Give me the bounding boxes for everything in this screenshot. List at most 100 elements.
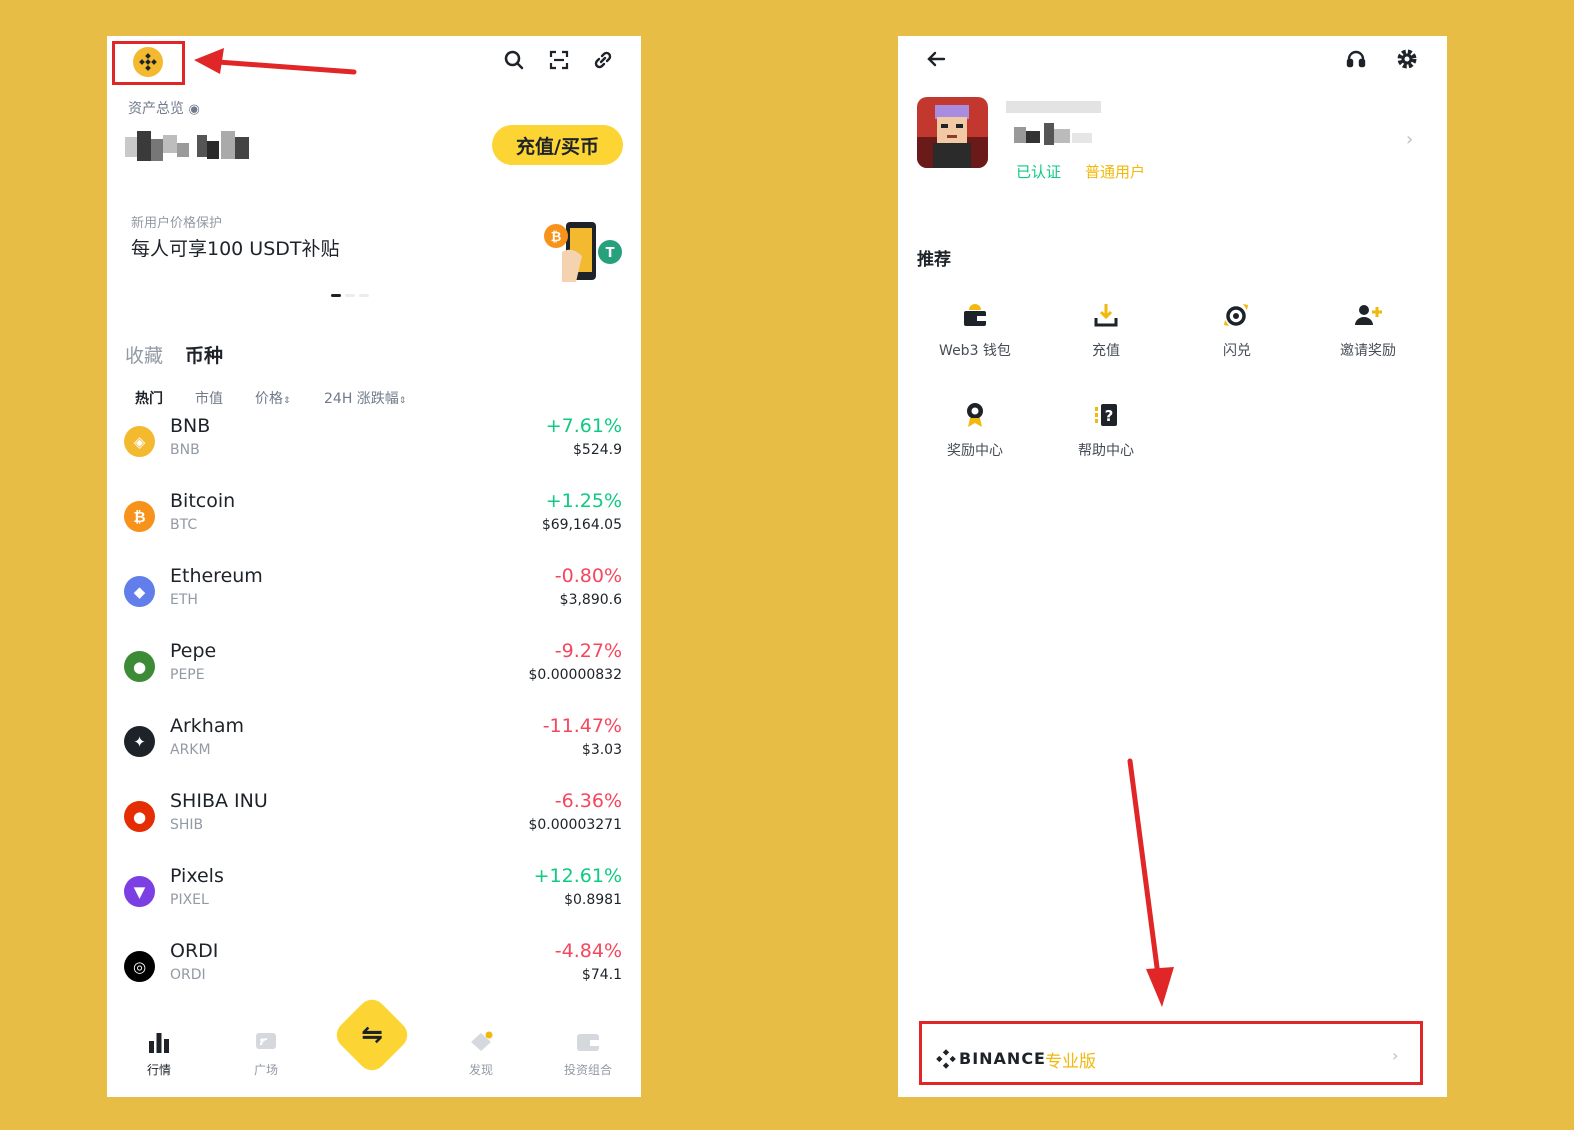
assets-overview-label: 资产总览 ◉ xyxy=(128,101,200,117)
coin-price: $524.9 xyxy=(573,442,622,458)
coin-price: $0.00000832 xyxy=(528,667,622,683)
coin-change: -0.80% xyxy=(554,565,622,587)
coin-price: $74.1 xyxy=(581,967,622,983)
coin-change: -9.27% xyxy=(554,640,622,662)
coin-row[interactable]: ● Pepe PEPE -9.27% $0.00000832 xyxy=(107,629,641,704)
back-arrow-icon[interactable] xyxy=(922,45,950,73)
coin-symbol: ARKM xyxy=(170,742,211,758)
nav-square[interactable]: 广场 xyxy=(231,1031,301,1078)
eye-icon[interactable]: ◉ xyxy=(188,102,199,117)
coin-change: +1.25% xyxy=(545,490,622,512)
market-screen: 资产总览 ◉ 充值/买币 新用户价格保护 每人可享100 USDT补贴 ₿ T xyxy=(107,36,641,1097)
binance-wordmark: BINANCE xyxy=(959,1049,1046,1068)
coin-name: ORDI xyxy=(170,940,219,962)
coin-symbol: ORDI xyxy=(170,967,206,983)
nav-discover[interactable]: 发现 xyxy=(446,1031,516,1078)
coin-change: +12.61% xyxy=(533,865,622,887)
coin-price: $0.00003271 xyxy=(528,817,622,833)
coin-change: -11.47% xyxy=(542,715,622,737)
coin-change: -6.36% xyxy=(554,790,622,812)
coin-logo-icon: ● xyxy=(124,651,155,682)
coin-row[interactable]: ◎ ORDI ORDI -4.84% $74.1 xyxy=(107,929,641,1004)
help-icon: ? xyxy=(1046,400,1166,430)
coin-symbol: PIXEL xyxy=(170,892,209,908)
coin-change: -4.84% xyxy=(554,940,622,962)
deposit-icon xyxy=(1046,300,1166,330)
coin-name: Ethereum xyxy=(170,565,263,587)
grid-item-help-center[interactable]: ? 帮助中心 xyxy=(1046,400,1166,460)
wallet-icon xyxy=(915,300,1035,330)
coin-logo-icon: ◈ xyxy=(124,426,155,457)
coin-logo-icon: ◆ xyxy=(124,576,155,607)
coin-symbol: PEPE xyxy=(170,667,205,683)
scan-icon[interactable] xyxy=(545,46,573,74)
coin-logo-icon: ◎ xyxy=(124,951,155,982)
tab-favorites[interactable]: 收藏 xyxy=(125,341,163,368)
grid-item-convert[interactable]: 闪兑 xyxy=(1177,300,1297,360)
square-feed-icon xyxy=(256,1033,276,1049)
tab-coins[interactable]: 币种 xyxy=(185,341,223,368)
gear-icon[interactable] xyxy=(1393,45,1421,73)
coin-name: Arkham xyxy=(170,715,245,737)
coin-row[interactable]: ₿ Bitcoin BTC +1.25% $69,164.05 xyxy=(107,479,641,554)
grid-item-web3-wallet[interactable]: Web3 钱包 xyxy=(915,300,1035,360)
coin-symbol: BTC xyxy=(170,517,198,533)
balance-value-blurred xyxy=(125,131,250,161)
coin-logo-icon: ₿ xyxy=(124,501,155,532)
binance-logo-icon[interactable] xyxy=(133,47,163,77)
bottom-nav: 行情 广场 ⇋ 发现 投资组合 xyxy=(107,993,641,1097)
convert-icon xyxy=(1177,300,1297,330)
chevron-right-icon[interactable]: › xyxy=(1406,129,1413,150)
promo-illustration-icon: ₿ T xyxy=(542,216,624,290)
pro-version-label: 专业版 xyxy=(1045,1052,1096,1072)
grid-item-invite[interactable]: 邀请奖励 xyxy=(1308,300,1428,360)
nav-portfolio[interactable]: 投资组合 xyxy=(553,1031,623,1078)
binance-logo-icon xyxy=(936,1049,956,1073)
coin-logo-icon: ▼ xyxy=(124,876,155,907)
coin-price: $0.8981 xyxy=(564,892,622,908)
discover-icon xyxy=(471,1031,493,1051)
coin-name: Pixels xyxy=(170,865,224,887)
grid-item-reward-center[interactable]: 奖励中心 xyxy=(915,400,1035,460)
swap-icon[interactable]: ⇋ xyxy=(343,1006,401,1064)
reward-icon xyxy=(915,400,1035,430)
coin-logo-icon: ● xyxy=(124,801,155,832)
coin-price: $69,164.05 xyxy=(541,517,622,533)
bar-chart-icon xyxy=(149,1033,169,1053)
nav-market[interactable]: 行情 xyxy=(124,1031,194,1078)
chevron-right-icon[interactable]: › xyxy=(1392,1046,1398,1065)
coin-symbol: ETH xyxy=(170,592,198,608)
avatar[interactable] xyxy=(917,97,988,168)
deposit-buy-button[interactable]: 充值/买币 xyxy=(492,125,623,165)
promo-title[interactable]: 每人可享100 USDT补贴 xyxy=(131,234,340,261)
carousel-indicator xyxy=(331,294,369,297)
promo-subtitle: 新用户价格保护 xyxy=(131,216,223,231)
headset-icon[interactable] xyxy=(1342,45,1370,73)
svg-text:₿: ₿ xyxy=(551,230,562,245)
recommend-title: 推荐 xyxy=(917,250,951,270)
coin-change: +7.61% xyxy=(545,415,622,437)
coin-logo-icon: ✦ xyxy=(124,726,155,757)
red-arrow-left xyxy=(194,48,357,75)
coin-row[interactable]: ✦ Arkham ARKM -11.47% $3.03 xyxy=(107,704,641,779)
coin-symbol: BNB xyxy=(170,442,200,458)
grid-item-deposit[interactable]: 充值 xyxy=(1046,300,1166,360)
svg-text:?: ? xyxy=(1105,407,1114,425)
username-blurred xyxy=(1006,99,1106,154)
coin-row[interactable]: ◈ BNB BNB +7.61% $524.9 xyxy=(107,404,641,479)
coin-symbol: SHIB xyxy=(170,817,204,833)
wallet-icon xyxy=(577,1034,599,1051)
svg-text:T: T xyxy=(606,246,615,261)
search-icon[interactable] xyxy=(500,46,528,74)
coin-name: BNB xyxy=(170,415,211,437)
user-level-badge: 普通用户 xyxy=(1085,163,1146,181)
coin-name: Bitcoin xyxy=(170,490,236,512)
coin-row[interactable]: ◆ Ethereum ETH -0.80% $3,890.6 xyxy=(107,554,641,629)
coin-row[interactable]: ▼ Pixels PIXEL +12.61% $0.8981 xyxy=(107,854,641,929)
coin-price: $3,890.6 xyxy=(559,592,622,608)
coin-price: $3.03 xyxy=(581,742,622,758)
coin-row[interactable]: ● SHIBA INU SHIB -6.36% $0.00003271 xyxy=(107,779,641,854)
link-icon[interactable] xyxy=(589,46,617,74)
red-arrow-down xyxy=(1127,758,1174,1007)
coin-name: SHIBA INU xyxy=(170,790,268,812)
